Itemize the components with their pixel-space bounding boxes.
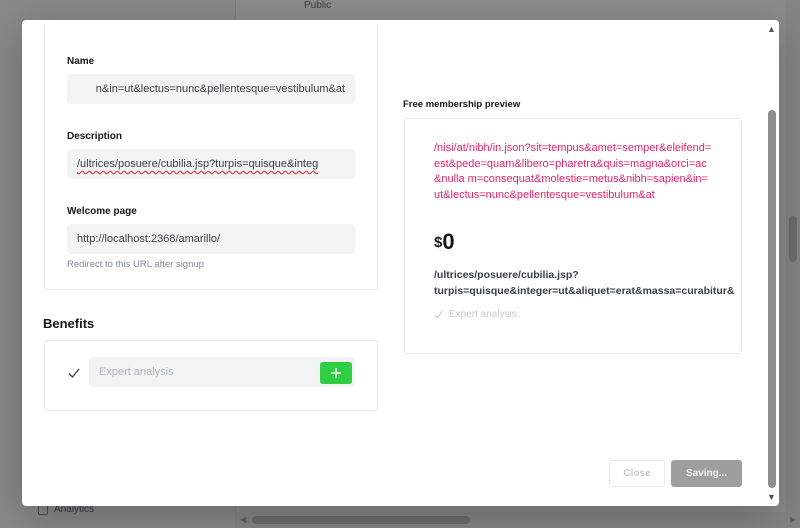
welcome-page-input[interactable]: http://localhost:2368/amarillo/	[67, 224, 355, 254]
save-button[interactable]: Saving...	[671, 460, 742, 487]
welcome-page-label: Welcome page	[67, 206, 137, 217]
close-button[interactable]: Close	[609, 460, 665, 487]
description-label: Description	[67, 131, 123, 142]
plus-icon	[331, 368, 341, 378]
benefits-title: Benefits	[43, 316, 95, 331]
preview-tier-name: /nisi/at/nibh/in.json?sit=tempus&amet=se…	[434, 142, 712, 201]
new-benefit-input[interactable]: Expert analysis	[89, 357, 355, 387]
preview-description: /ultrices/posuere/cubilia.jsp? turpis=qu…	[434, 267, 774, 299]
preview-benefit-item: Expert analysis	[433, 309, 517, 320]
preview-description-line1: /ultrices/posuere/cubilia.jsp?	[434, 269, 579, 281]
add-benefit-button[interactable]	[320, 362, 352, 384]
check-icon	[68, 368, 80, 378]
preview-price: $ 0	[434, 229, 455, 255]
description-input-value: /ultrices/posuere/cubilia.jsp?turpis=qui…	[77, 158, 319, 170]
membership-preview-card: /nisi/at/nibh/in.json?sit=tempus&amet=se…	[404, 118, 742, 354]
name-input-value: n&in=ut&lectus=nunc&pellentesque=vestibu…	[95, 83, 345, 95]
preview-benefit-label: Expert analysis	[449, 309, 517, 320]
description-input[interactable]: /ultrices/posuere/cubilia.jsp?turpis=qui…	[67, 149, 355, 179]
tier-details-card: Name n&in=ut&lectus=nunc&pellentesque=ve…	[44, 26, 378, 290]
check-icon	[434, 311, 443, 319]
modal-vertical-scrollbar[interactable]: ▲ ▼	[765, 20, 779, 506]
welcome-page-hint: Redirect to this URL after signup	[67, 259, 204, 270]
preview-amount: 0	[442, 229, 455, 254]
name-label: Name	[67, 56, 95, 67]
preview-description-line2: turpis=quisque&integer=ut&aliquet=erat&m…	[434, 285, 735, 297]
new-benefit-placeholder: Expert analysis	[99, 366, 174, 378]
preview-label: Free membership preview	[403, 99, 521, 110]
name-input[interactable]: n&in=ut&lectus=nunc&pellentesque=vestibu…	[67, 74, 355, 104]
benefits-card: Expert analysis	[44, 340, 378, 411]
welcome-page-input-value: http://localhost:2368/amarillo/	[77, 233, 221, 245]
modal-scroll-thumb[interactable]	[768, 110, 776, 488]
preview-currency: $	[434, 234, 443, 251]
membership-tier-modal: Name n&in=ut&lectus=nunc&pellentesque=ve…	[22, 20, 779, 506]
arrow-down-icon[interactable]: ▼	[767, 492, 776, 502]
arrow-up-icon[interactable]: ▲	[767, 24, 776, 34]
